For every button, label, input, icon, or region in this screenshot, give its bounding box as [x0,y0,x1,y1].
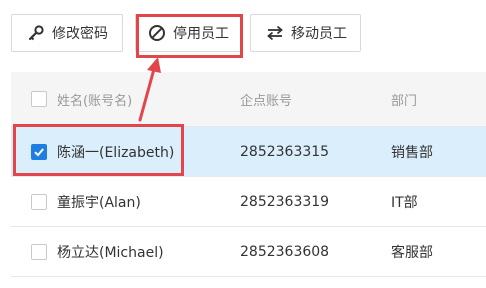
cell-name: 陈涵一(Elizabeth) [57,144,175,161]
cell-account: 2852363319 [240,193,330,210]
disable-employee-button[interactable]: 停用员工 [135,14,242,52]
table-row[interactable]: 陈涵一(Elizabeth) 2852363315 销售部 [11,127,486,177]
header-department: 部门 [391,93,418,109]
row-checkbox[interactable] [31,243,47,260]
table-row[interactable]: 童振宇(Alan) 2852363319 IT部 [11,177,486,227]
toolbar: 修改密码 停用员工 移动员工 [0,0,486,64]
cell-name: 杨立达(Michael) [57,244,164,261]
row-checkbox[interactable] [31,143,47,160]
disable-employee-label: 停用员工 [173,26,229,42]
select-all-checkbox[interactable] [31,91,47,107]
swap-arrows-icon [265,23,285,43]
header-name: 姓名(账号名) [57,93,133,109]
cell-department: IT部 [391,194,418,211]
cell-account: 2852363315 [240,143,330,160]
ban-icon [147,23,167,43]
header-account: 企点账号 [240,93,293,109]
change-password-button[interactable]: 修改密码 [11,14,123,52]
row-checkbox[interactable] [31,193,47,210]
move-employee-label: 移动员工 [291,26,347,42]
key-icon [26,23,46,43]
move-employee-button[interactable]: 移动员工 [250,14,361,52]
cell-account: 2852363608 [240,243,330,260]
table-row[interactable]: 杨立达(Michael) 2852363608 客服部 [11,227,486,277]
cell-department: 销售部 [391,144,433,161]
employee-table: 姓名(账号名) 企点账号 部门 陈涵一(Elizabeth) 285236331… [11,72,486,277]
check-icon [34,147,44,156]
cell-name: 童振宇(Alan) [57,194,141,211]
change-password-label: 修改密码 [52,26,108,42]
table-header: 姓名(账号名) 企点账号 部门 [11,72,486,127]
cell-department: 客服部 [391,244,433,261]
